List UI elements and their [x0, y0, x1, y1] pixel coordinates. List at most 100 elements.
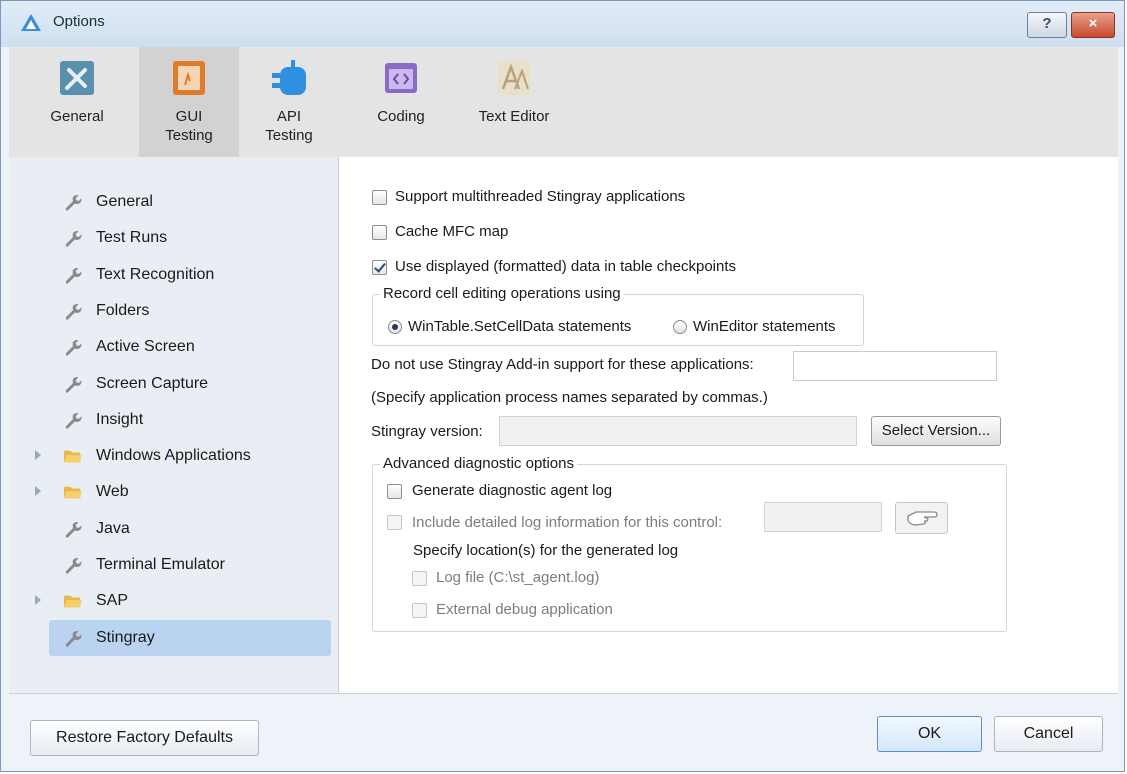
pointing-hand-icon: [907, 511, 938, 526]
wrench-icon: [65, 412, 82, 429]
include-detailed-label: Include detailed log information for thi…: [412, 514, 723, 531]
setcelldata-radio-label: WinTable.SetCellData statements: [408, 318, 632, 335]
text-editor-icon: [498, 61, 530, 95]
tab-api-testing-label: API Testing: [265, 108, 313, 144]
coding-icon: [385, 63, 417, 93]
app-logo-icon: [21, 14, 41, 31]
expand-arrow-icon[interactable]: [35, 486, 41, 497]
record-cell-editing-group-label: Record cell editing operations using: [380, 285, 624, 302]
sidebar-item-label: Screen Capture: [96, 374, 209, 392]
tab-coding-label: Coding: [377, 108, 425, 125]
control-name-input: [764, 502, 882, 532]
stingray-version-label: Stingray version:: [371, 423, 483, 440]
external-debug-label: External debug application: [436, 601, 613, 618]
tab-general[interactable]: General: [33, 47, 121, 157]
sidebar-item-text-recognition[interactable]: Text Recognition: [49, 257, 331, 293]
wrench-icon: [65, 630, 82, 647]
sidebar-item-screen-capture[interactable]: Screen Capture: [49, 366, 331, 402]
tab-general-label: General: [50, 108, 104, 125]
exclude-apps-input[interactable]: [793, 351, 997, 381]
sidebar-item-label: Folders: [96, 301, 150, 319]
sidebar-item-label: SAP: [96, 592, 129, 610]
expand-arrow-icon[interactable]: [35, 595, 41, 606]
window-title: Options: [53, 13, 105, 30]
sidebar-item-label: Java: [96, 519, 130, 537]
log-file-checkbox: [412, 571, 427, 586]
sidebar-item-general[interactable]: General: [49, 184, 331, 220]
category-toolbar: General GUI Testing API Testing Coding T…: [9, 47, 1118, 158]
folder-icon: [63, 487, 83, 499]
close-button[interactable]: ×: [1071, 12, 1115, 38]
sidebar-item-java[interactable]: Java: [49, 511, 331, 547]
sidebar-item-label: Windows Applications: [96, 447, 251, 465]
sidebar-item-terminal-emulator[interactable]: Terminal Emulator: [49, 547, 331, 583]
wrench-icon: [65, 194, 82, 211]
sidebar-item-sap[interactable]: SAP: [35, 583, 331, 619]
sidebar-item-label: Insight: [96, 410, 144, 428]
cancel-button[interactable]: Cancel: [994, 716, 1103, 752]
wrench-icon: [65, 376, 82, 393]
multithreaded-label: Support multithreaded Stingray applicati…: [395, 188, 686, 205]
stingray-version-input: [499, 416, 857, 446]
setcelldata-radio[interactable]: [388, 320, 402, 334]
expand-arrow-icon[interactable]: [35, 450, 41, 461]
select-control-button: [895, 502, 948, 534]
use-displayed-data-label: Use displayed (formatted) data in table …: [395, 258, 737, 275]
sidebar-item-label: Test Runs: [96, 229, 168, 247]
sidebar-item-windows-applications[interactable]: Windows Applications: [35, 438, 331, 474]
cache-mfc-label: Cache MFC map: [395, 223, 509, 240]
tab-gui-testing-label: GUI Testing: [165, 108, 213, 144]
multithreaded-checkbox[interactable]: [372, 190, 387, 205]
gui-testing-icon: [173, 61, 205, 95]
specify-hint: (Specify application process names separ…: [371, 389, 768, 406]
log-location-label: Specify location(s) for the generated lo…: [413, 542, 679, 559]
ok-button[interactable]: OK: [877, 716, 982, 752]
wrench-icon: [65, 521, 82, 538]
api-testing-icon: [272, 60, 306, 95]
generate-log-checkbox[interactable]: [387, 484, 402, 499]
sidebar-item-label: Stingray: [96, 628, 155, 646]
title-bar[interactable]: Options ? ×: [1, 1, 1124, 47]
wrench-icon: [65, 303, 82, 320]
include-detailed-checkbox: [387, 515, 402, 530]
select-version-button[interactable]: Select Version...: [871, 416, 1001, 446]
sidebar-item-label: Web: [96, 483, 129, 501]
sidebar-item-label: Active Screen: [96, 338, 195, 356]
sidebar-item-stingray[interactable]: Stingray: [49, 619, 331, 656]
tab-text-editor[interactable]: Text Editor: [464, 47, 564, 157]
general-tools-icon: [60, 61, 94, 95]
dialog-footer: Restore Factory Defaults OK Cancel: [9, 693, 1118, 766]
sidebar-item-insight[interactable]: Insight: [49, 402, 331, 438]
tab-api-testing[interactable]: API Testing: [247, 47, 331, 157]
options-tree: General Test Runs Text Recognition Folders A…: [9, 157, 339, 693]
folder-icon: [63, 450, 83, 463]
wrench-icon: [65, 267, 82, 284]
wrench-icon: [65, 557, 82, 574]
folder-icon: [63, 595, 83, 608]
exclude-apps-label: Do not use Stingray Add-in support for t…: [371, 356, 754, 373]
sidebar-item-label: General: [96, 193, 153, 210]
options-dialog: Options ? × General GUI Testing API Test…: [0, 0, 1125, 772]
sidebar-item-label: Terminal Emulator: [96, 556, 225, 573]
advanced-diagnostic-group-label: Advanced diagnostic options: [380, 455, 577, 472]
tab-text-editor-label: Text Editor: [478, 108, 550, 125]
wrench-icon: [65, 231, 82, 248]
restore-defaults-button[interactable]: Restore Factory Defaults: [30, 720, 259, 756]
help-button[interactable]: ?: [1027, 12, 1067, 38]
tab-coding[interactable]: Coding: [361, 47, 441, 157]
generate-log-label: Generate diagnostic agent log: [412, 482, 613, 499]
sidebar-item-folders[interactable]: Folders: [49, 293, 331, 329]
wrench-icon: [65, 340, 82, 356]
use-displayed-data-checkbox[interactable]: [372, 260, 387, 275]
wineditor-radio[interactable]: [673, 320, 687, 334]
tab-gui-testing[interactable]: GUI Testing: [139, 47, 239, 157]
wineditor-radio-label: WinEditor statements: [693, 318, 836, 335]
sidebar-item-label: Text Recognition: [96, 265, 215, 283]
sidebar-item-active-screen[interactable]: Active Screen: [49, 329, 331, 365]
stingray-settings-panel: Support multithreaded Stingray applicati…: [339, 157, 1118, 693]
sidebar-item-web[interactable]: Web: [35, 474, 331, 510]
log-file-label: Log file (C:\st_agent.log): [436, 569, 600, 586]
cache-mfc-checkbox[interactable]: [372, 225, 387, 240]
external-debug-checkbox: [412, 603, 427, 618]
sidebar-item-test-runs[interactable]: Test Runs: [49, 220, 331, 256]
